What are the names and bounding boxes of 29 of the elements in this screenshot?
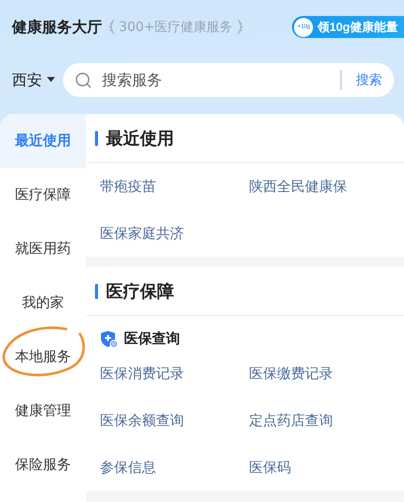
city-dropdown[interactable]: 西安 xyxy=(12,70,55,90)
service-link[interactable]: 医保余额查询 xyxy=(100,397,249,444)
search-button[interactable]: 搜索 xyxy=(350,71,382,89)
service-link[interactable]: 陕西全民健康保 xyxy=(249,163,398,210)
shield-plus-icon xyxy=(100,330,118,348)
sidebar-item[interactable]: 医疗保障 xyxy=(0,168,86,222)
laurel-icon xyxy=(108,19,116,35)
search-field[interactable]: 搜索服务 搜索 xyxy=(63,63,394,97)
service-link[interactable]: 带疱疫苗 xyxy=(100,163,249,210)
service-link[interactable]: 参保信息 xyxy=(100,444,249,491)
search-icon xyxy=(75,72,92,88)
section-title: 最近使用 xyxy=(106,128,174,150)
sidebar-item[interactable]: 本地服务 xyxy=(0,330,86,384)
service-link[interactable]: 定点药店查询 xyxy=(249,397,398,444)
sidebar-item[interactable]: 最近使用 xyxy=(0,114,86,168)
caret-icon xyxy=(47,77,55,83)
subsection-title: 医保查询 xyxy=(124,330,180,348)
service-link[interactable]: 医保消费记录 xyxy=(100,350,249,397)
section-title: 医疗保障 xyxy=(106,280,174,302)
subtitle: 300+医疗健康服务 xyxy=(119,19,233,36)
sidebar-item[interactable]: 就医用药 xyxy=(0,222,86,276)
laurel-icon xyxy=(236,19,244,35)
sidebar-item[interactable]: 我的家 xyxy=(0,276,86,330)
sidebar-item[interactable]: 保险服务 xyxy=(0,438,86,492)
service-link[interactable]: 医保缴费记录 xyxy=(249,350,398,397)
sidebar-item[interactable]: 健康管理 xyxy=(0,384,86,438)
service-link[interactable]: 医保码 xyxy=(249,444,398,491)
service-link[interactable]: 医保家庭共济 xyxy=(100,210,249,257)
page-title: 健康服务大厅 xyxy=(12,18,102,36)
